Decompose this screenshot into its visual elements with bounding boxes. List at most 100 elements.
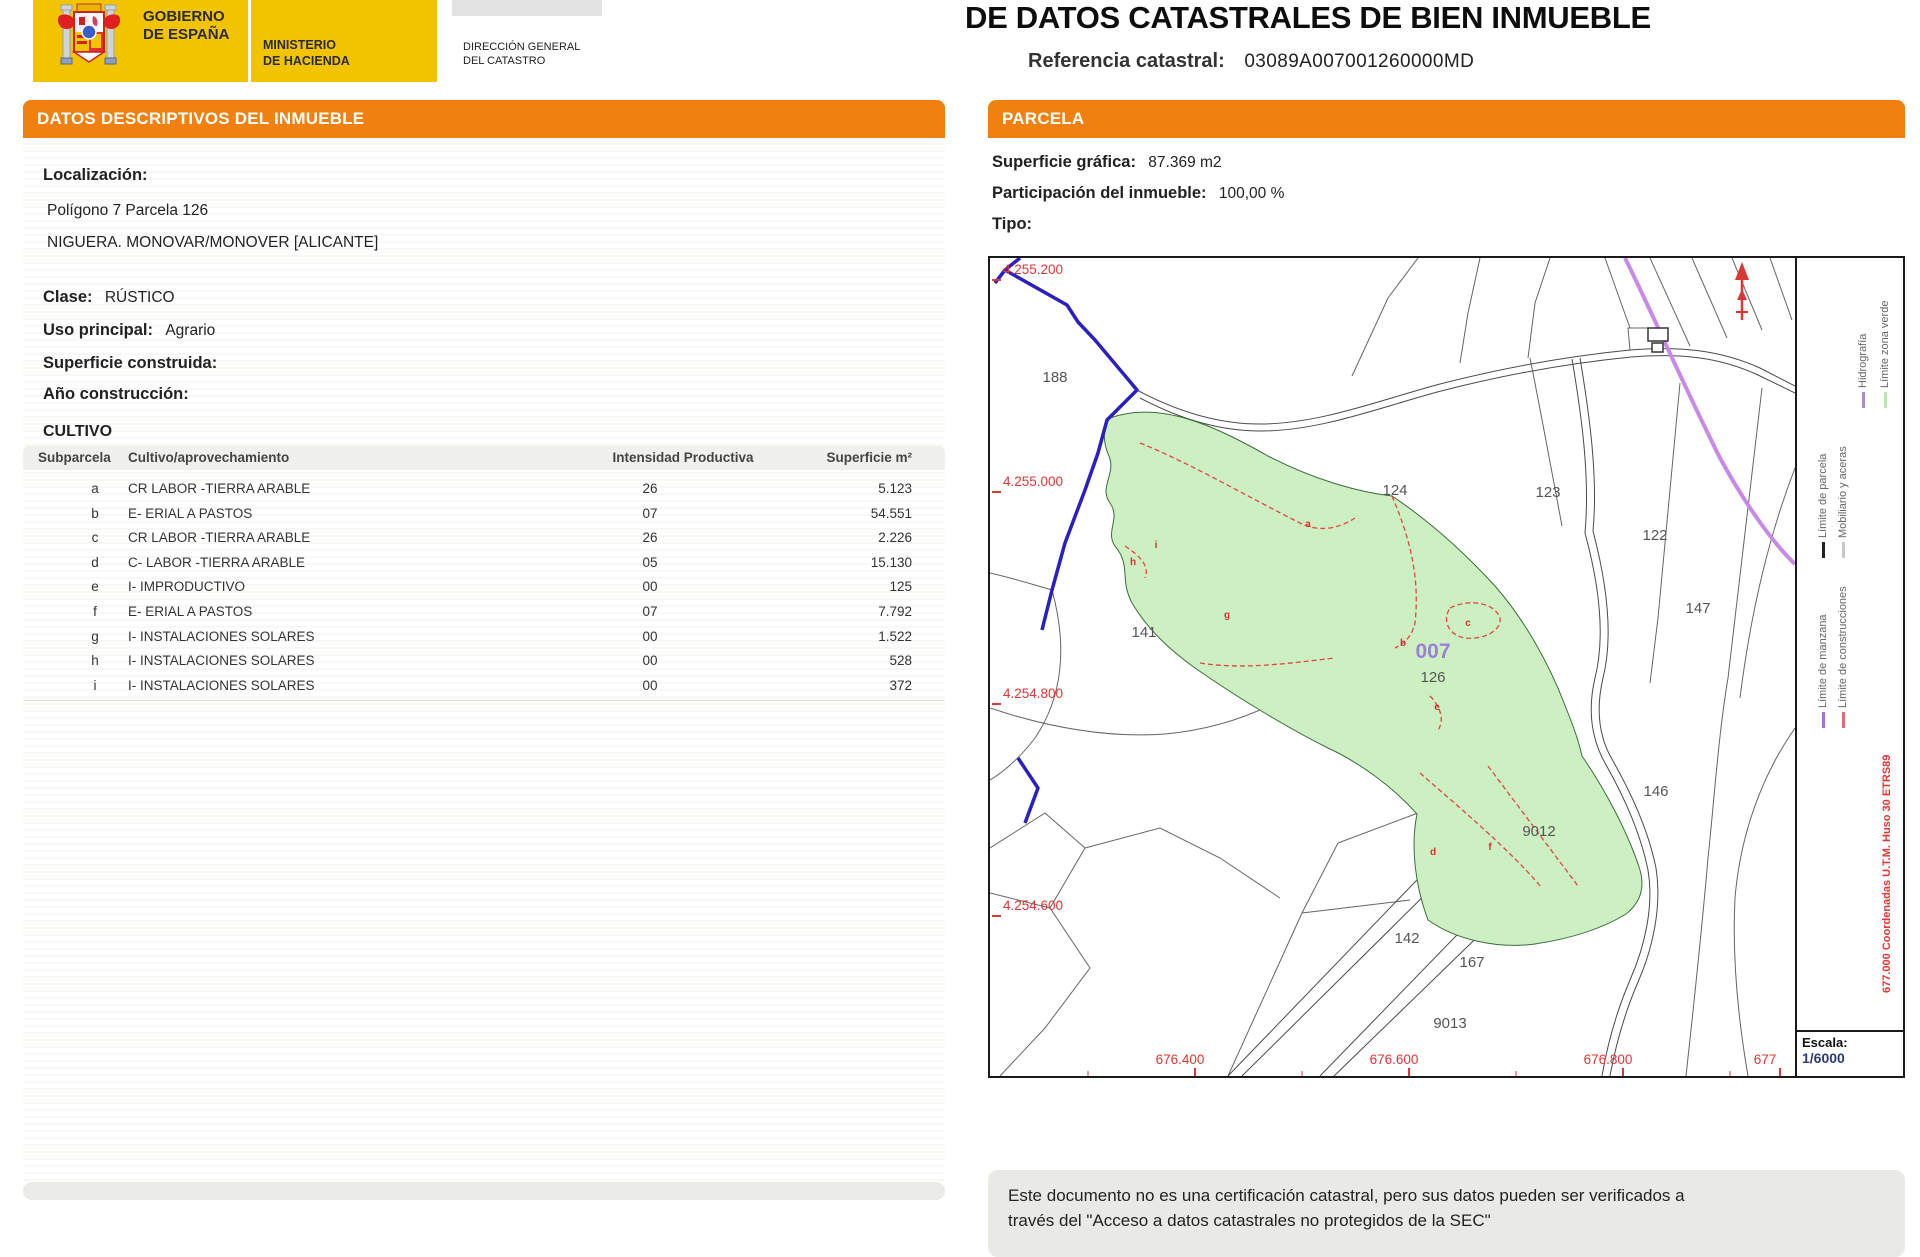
svg-text:4.255.200: 4.255.200 (1003, 262, 1063, 277)
parcela-header: PARCELA (988, 100, 1905, 138)
uso-principal-label: Uso principal: (43, 321, 153, 339)
svg-text:c: c (1465, 618, 1471, 629)
table-row: eI- IMPRODUCTIVO00125 (23, 576, 945, 601)
superficie-grafica-label: Superficie gráfica: (992, 153, 1136, 171)
cultivo-rows: aCR LABOR -TIERRA ARABLE265.123bE- ERIAL… (23, 478, 945, 699)
col-intensidad: Intensidad Productiva (583, 450, 783, 465)
svg-text:141: 141 (1131, 624, 1156, 641)
scale-label: Escala: (1802, 1035, 1903, 1050)
localizacion-label: Localización: (43, 166, 148, 184)
page-title: DE DATOS CATASTRALES DE BIEN INMUEBLE (965, 0, 1625, 36)
table-row: cCR LABOR -TIERRA ARABLE262.226 (23, 527, 945, 552)
superficie-grafica-value: 87.369 m2 (1148, 154, 1221, 171)
svg-text:g: g (1224, 610, 1230, 621)
svg-text:677: 677 (1754, 1052, 1777, 1067)
table-row: hI- INSTALACIONES SOLARES00528 (23, 650, 945, 675)
scale-box: Escala: 1/6000 (1797, 1030, 1903, 1076)
svg-text:d: d (1430, 847, 1436, 858)
legend-item: Límite de parcela (1817, 454, 1829, 558)
svg-text:b: b (1400, 638, 1406, 649)
legend-swatch (1822, 712, 1825, 728)
ministerio-text: MINISTERIO DE HACIENDA (263, 38, 350, 69)
svg-text:h: h (1130, 557, 1136, 568)
disclaimer-note: Este documento no es una certificación c… (988, 1170, 1905, 1257)
svg-text:9013: 9013 (1433, 1015, 1466, 1032)
scale-value: 1/6000 (1802, 1050, 1903, 1066)
logo-separator (248, 0, 251, 82)
col-superficie: Superficie m² (783, 450, 912, 465)
svg-text:9012: 9012 (1522, 823, 1555, 840)
svg-text:a: a (1305, 519, 1311, 530)
header-gray-box (452, 0, 602, 16)
svg-text:4.254.800: 4.254.800 (1003, 686, 1063, 701)
datos-descriptivos-body: Localización: Polígono 7 Parcela 126 NIG… (23, 138, 945, 1200)
svg-text:142: 142 (1394, 930, 1419, 947)
map-legend: 677.000 Coordenadas U.T.M. Huso 30 ETRS8… (1795, 258, 1903, 1076)
svg-text:i: i (1155, 540, 1158, 551)
cultivo-title: CULTIVO (43, 423, 112, 441)
legend-item: Límite de manzana (1817, 614, 1829, 728)
legend-item: Mobiliario y aceras (1837, 446, 1849, 558)
svg-text:188: 188 (1042, 369, 1067, 386)
disclaimer-text: Este documento no es una certificación c… (1008, 1184, 1728, 1233)
coat-of-arms-icon (41, 2, 137, 80)
svg-text:4.255.000: 4.255.000 (1003, 474, 1063, 489)
gobierno-logo: GOBIERNO DE ESPAÑA MINISTERIO DE HACIEND… (33, 0, 437, 82)
datos-descriptivos-panel: DATOS DESCRIPTIVOS DEL INMUEBLE Localiza… (23, 100, 945, 1200)
svg-text:123: 123 (1535, 484, 1560, 501)
svg-text:126: 126 (1420, 669, 1445, 686)
purple-road (1625, 258, 1795, 564)
table-row: gI- INSTALACIONES SOLARES001.522 (23, 626, 945, 651)
table-row: bE- ERIAL A PASTOS0754.551 (23, 503, 945, 528)
table-row: aCR LABOR -TIERRA ARABLE265.123 (23, 478, 945, 503)
left-panel-footer (23, 1182, 945, 1200)
cadastral-map: 188 124 123 122 147 141 126 146 142 167 9012 9013 00… (988, 256, 1905, 1078)
referencia-catastral: Referencia catastral: 03089A007001260000… (1028, 50, 1474, 73)
svg-text:4.254.600: 4.254.600 (1003, 898, 1063, 913)
parcela-body: Superficie gráfica: 87.369 m2 Participac… (988, 138, 1905, 1200)
svg-text:007: 007 (1415, 640, 1450, 663)
tipo-label: Tipo: (992, 215, 1032, 233)
cultivo-table-header: Subparcela Cultivo/aprovechamiento Inten… (23, 446, 945, 470)
datos-descriptivos-header: DATOS DESCRIPTIVOS DEL INMUEBLE (23, 100, 945, 138)
table-row: iI- INSTALACIONES SOLARES00372 (23, 675, 945, 700)
svg-text:e: e (1434, 702, 1440, 713)
address-line-1: Polígono 7 Parcela 126 (47, 202, 208, 220)
gobierno-text: GOBIERNO DE ESPAÑA (143, 8, 229, 44)
parcela-panel: PARCELA Superficie gráfica: 87.369 m2 Pa… (988, 100, 1905, 1200)
svg-text:676.400: 676.400 (1156, 1052, 1205, 1067)
legend-swatch (1842, 712, 1845, 728)
superficie-construida-label: Superficie construida: (43, 354, 217, 372)
referencia-value: 03089A007001260000MD (1244, 51, 1474, 72)
svg-text:146: 146 (1643, 783, 1668, 800)
legend-item: Hidrografía (1857, 334, 1869, 408)
table-row: dC- LABOR -TIERRA ARABLE0515.130 (23, 552, 945, 577)
svg-text:147: 147 (1685, 600, 1710, 617)
address-line-2: NIGUERA. MONOVAR/MONOVER [ALICANTE] (47, 234, 378, 252)
uso-principal-value: Agrario (165, 322, 215, 339)
clase-label: Clase: (43, 288, 93, 306)
table-row: fE- ERIAL A PASTOS077.792 (23, 601, 945, 626)
svg-text:124: 124 (1382, 482, 1407, 499)
crs-note: 677.000 Coordenadas U.T.M. Huso 30 ETRS8… (1881, 755, 1893, 993)
legend-swatch (1822, 542, 1825, 558)
col-cultivo: Cultivo/aprovechamiento (128, 450, 289, 465)
svg-text:676.600: 676.600 (1370, 1052, 1419, 1067)
participacion-value: 100,00 % (1219, 185, 1285, 202)
referencia-label: Referencia catastral: (1028, 50, 1225, 72)
direccion-general-text: DIRECCIÓN GENERAL DEL CATASTRO (463, 40, 580, 69)
clase-value: RÚSTICO (105, 289, 175, 306)
legend-item: Límite zona verde (1879, 301, 1891, 408)
legend-swatch (1842, 542, 1845, 558)
table-bottom-rule (23, 700, 945, 701)
svg-text:122: 122 (1642, 527, 1667, 544)
legend-swatch (1884, 392, 1887, 408)
highlighted-parcel (1104, 412, 1642, 945)
map-canvas: 188 124 123 122 147 141 126 146 142 167 9012 9013 00… (990, 258, 1795, 1076)
legend-item: Límite de construcciones (1837, 586, 1849, 728)
anio-construccion-label: Año construcción: (43, 385, 189, 403)
participacion-label: Participación del inmueble: (992, 184, 1207, 202)
svg-text:167: 167 (1459, 954, 1484, 971)
legend-swatch (1862, 392, 1865, 408)
svg-text:676.800: 676.800 (1584, 1052, 1633, 1067)
